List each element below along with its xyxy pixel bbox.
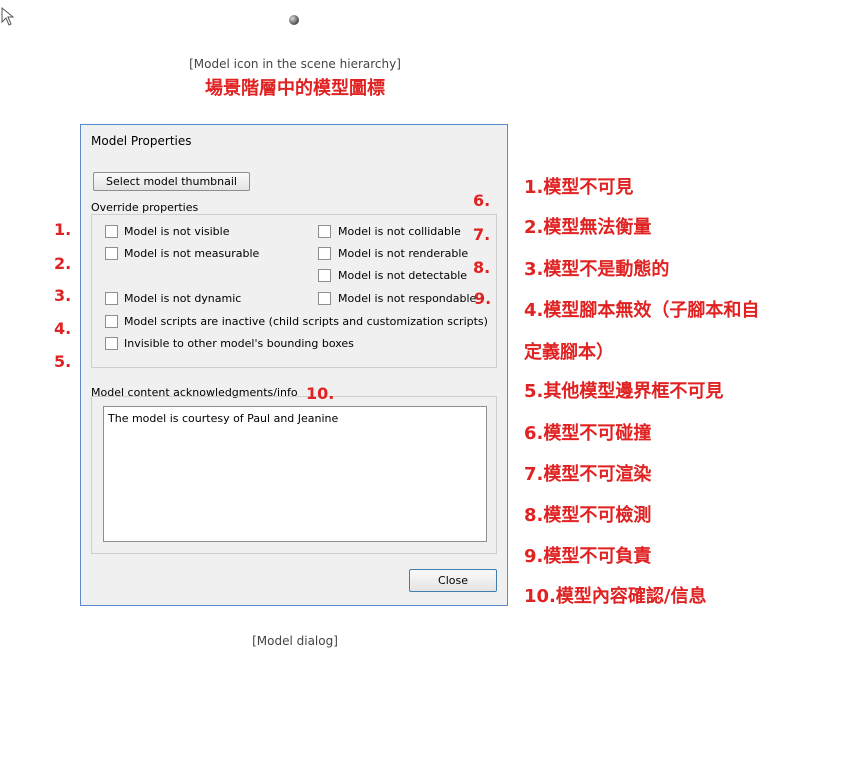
not-visible-label: Model is not visible — [124, 225, 230, 238]
caption-model-icon: [Model icon in the scene hierarchy] — [189, 57, 401, 71]
marker-4: 4. — [54, 319, 72, 338]
title-chinese: 場景階層中的模型圖標 — [205, 78, 385, 99]
marker-3: 3. — [54, 286, 72, 305]
marker-2: 2. — [54, 254, 72, 273]
legend-item: 2.模型無法衡量 — [524, 217, 652, 238]
content-info-textarea[interactable]: The model is courtesy of Paul and Jeanin… — [103, 406, 487, 542]
not-respondable-checkbox[interactable] — [318, 292, 331, 305]
not-measurable-label: Model is not measurable — [124, 247, 260, 260]
model-icon — [289, 15, 299, 25]
not-collidable-label: Model is not collidable — [338, 225, 461, 238]
legend-item: 6.模型不可碰撞 — [524, 423, 652, 444]
marker-8: 8. — [473, 258, 491, 277]
not-detectable-checkbox[interactable] — [318, 269, 331, 282]
marker-5: 5. — [54, 352, 72, 371]
close-button[interactable]: Close — [409, 569, 497, 592]
scripts-inactive-label: Model scripts are inactive (child script… — [124, 315, 488, 328]
dialog-title: Model Properties — [91, 134, 192, 148]
model-properties-dialog: Model Properties Select model thumbnail … — [80, 124, 508, 606]
not-dynamic-checkbox[interactable] — [105, 292, 118, 305]
not-renderable-label: Model is not renderable — [338, 247, 469, 260]
legend-item: 1.模型不可見 — [524, 177, 634, 198]
legend-item: 10.模型內容確認/信息 — [524, 586, 707, 607]
not-measurable-checkbox[interactable] — [105, 247, 118, 260]
marker-9: 9. — [474, 289, 492, 308]
mouse-cursor-icon — [1, 6, 15, 26]
not-dynamic-label: Model is not dynamic — [124, 292, 242, 305]
legend-item: 定義腳本） — [524, 342, 614, 363]
not-detectable-label: Model is not detectable — [338, 269, 468, 282]
legend-item: 4.模型腳本無效（子腳本和自 — [524, 300, 760, 321]
select-thumbnail-button[interactable]: Select model thumbnail — [93, 172, 250, 191]
legend-item: 7.模型不可渲染 — [524, 464, 652, 485]
legend-item: 9.模型不可負責 — [524, 546, 652, 567]
invisible-bbox-label: Invisible to other model's bounding boxe… — [124, 337, 354, 350]
override-properties-label: Override properties — [91, 201, 199, 214]
not-visible-checkbox[interactable] — [105, 225, 118, 238]
legend-item: 3.模型不是動態的 — [524, 259, 670, 280]
legend-item: 8.模型不可檢測 — [524, 505, 652, 526]
not-collidable-checkbox[interactable] — [318, 225, 331, 238]
invisible-bbox-checkbox[interactable] — [105, 337, 118, 350]
marker-10: 10. — [306, 384, 335, 403]
marker-7: 7. — [473, 225, 491, 244]
marker-1: 1. — [54, 220, 72, 239]
not-respondable-label: Model is not respondable — [338, 292, 477, 305]
not-renderable-checkbox[interactable] — [318, 247, 331, 260]
caption-model-dialog: [Model dialog] — [252, 634, 338, 648]
marker-6: 6. — [473, 191, 491, 210]
scripts-inactive-checkbox[interactable] — [105, 315, 118, 328]
legend-item: 5.其他模型邊界框不可見 — [524, 381, 724, 402]
